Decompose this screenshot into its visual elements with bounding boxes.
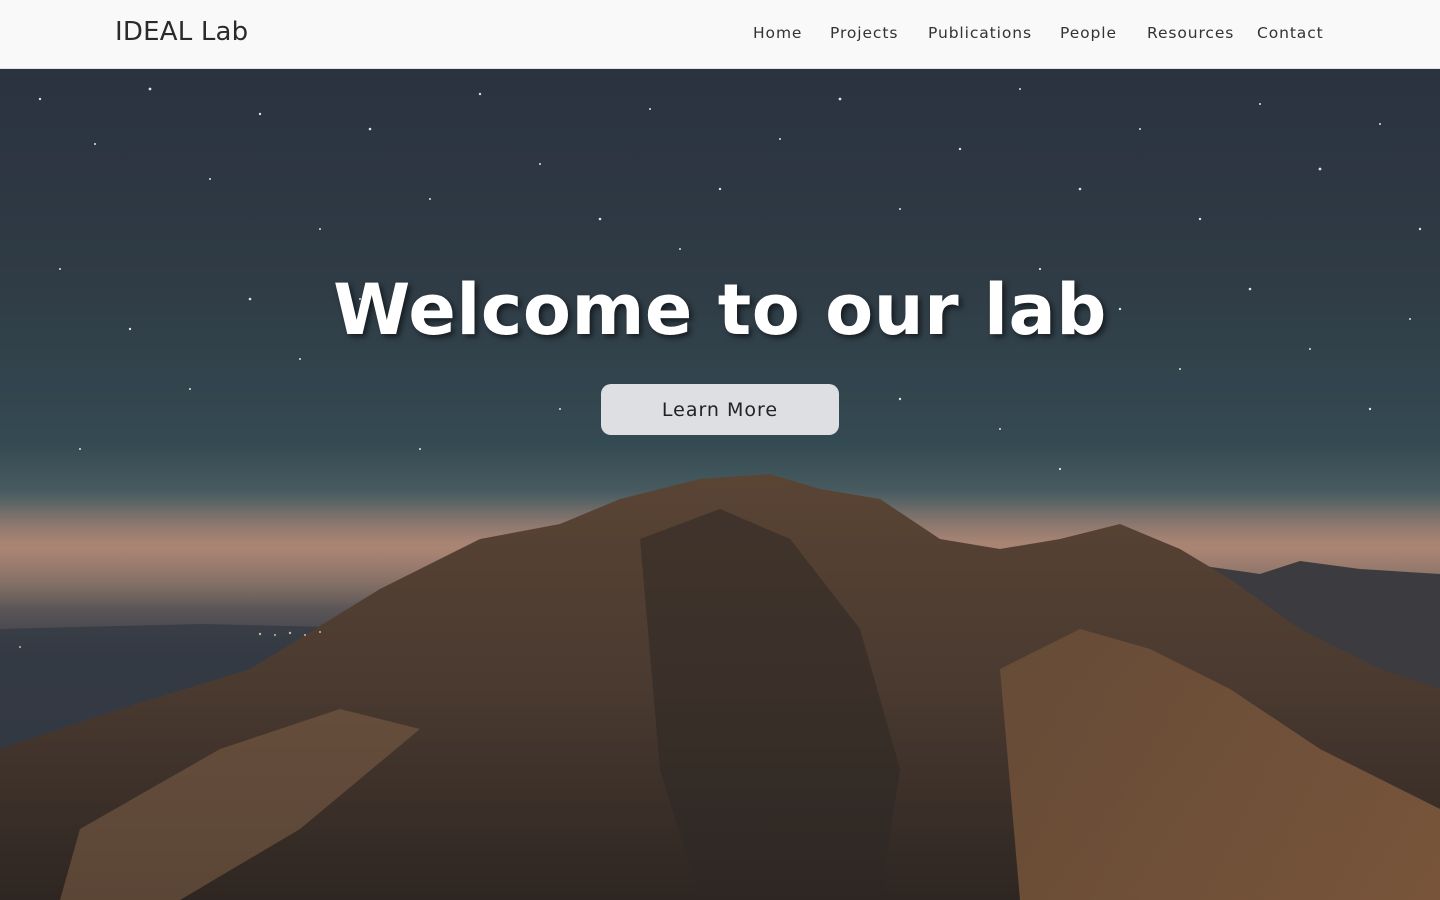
top-navbar: IDEAL Lab Home Projects Publications Peo… <box>0 0 1440 69</box>
hero-title: Welcome to our lab <box>333 269 1107 351</box>
nav-link-projects[interactable]: Projects <box>830 24 898 42</box>
hero-background-image <box>0 87 1440 900</box>
nav-link-contact[interactable]: Contact <box>1257 24 1324 42</box>
brand-logo-link[interactable]: IDEAL Lab <box>115 17 248 47</box>
main-nav: Home Projects Publications People Resour… <box>740 0 1340 68</box>
nav-link-resources[interactable]: Resources <box>1147 24 1234 42</box>
hero-section: Welcome to our lab Learn More <box>0 69 1440 900</box>
nav-link-home[interactable]: Home <box>753 24 802 42</box>
learn-more-button[interactable]: Learn More <box>601 384 839 435</box>
nav-link-publications[interactable]: Publications <box>928 24 1032 42</box>
nav-link-people[interactable]: People <box>1060 24 1117 42</box>
